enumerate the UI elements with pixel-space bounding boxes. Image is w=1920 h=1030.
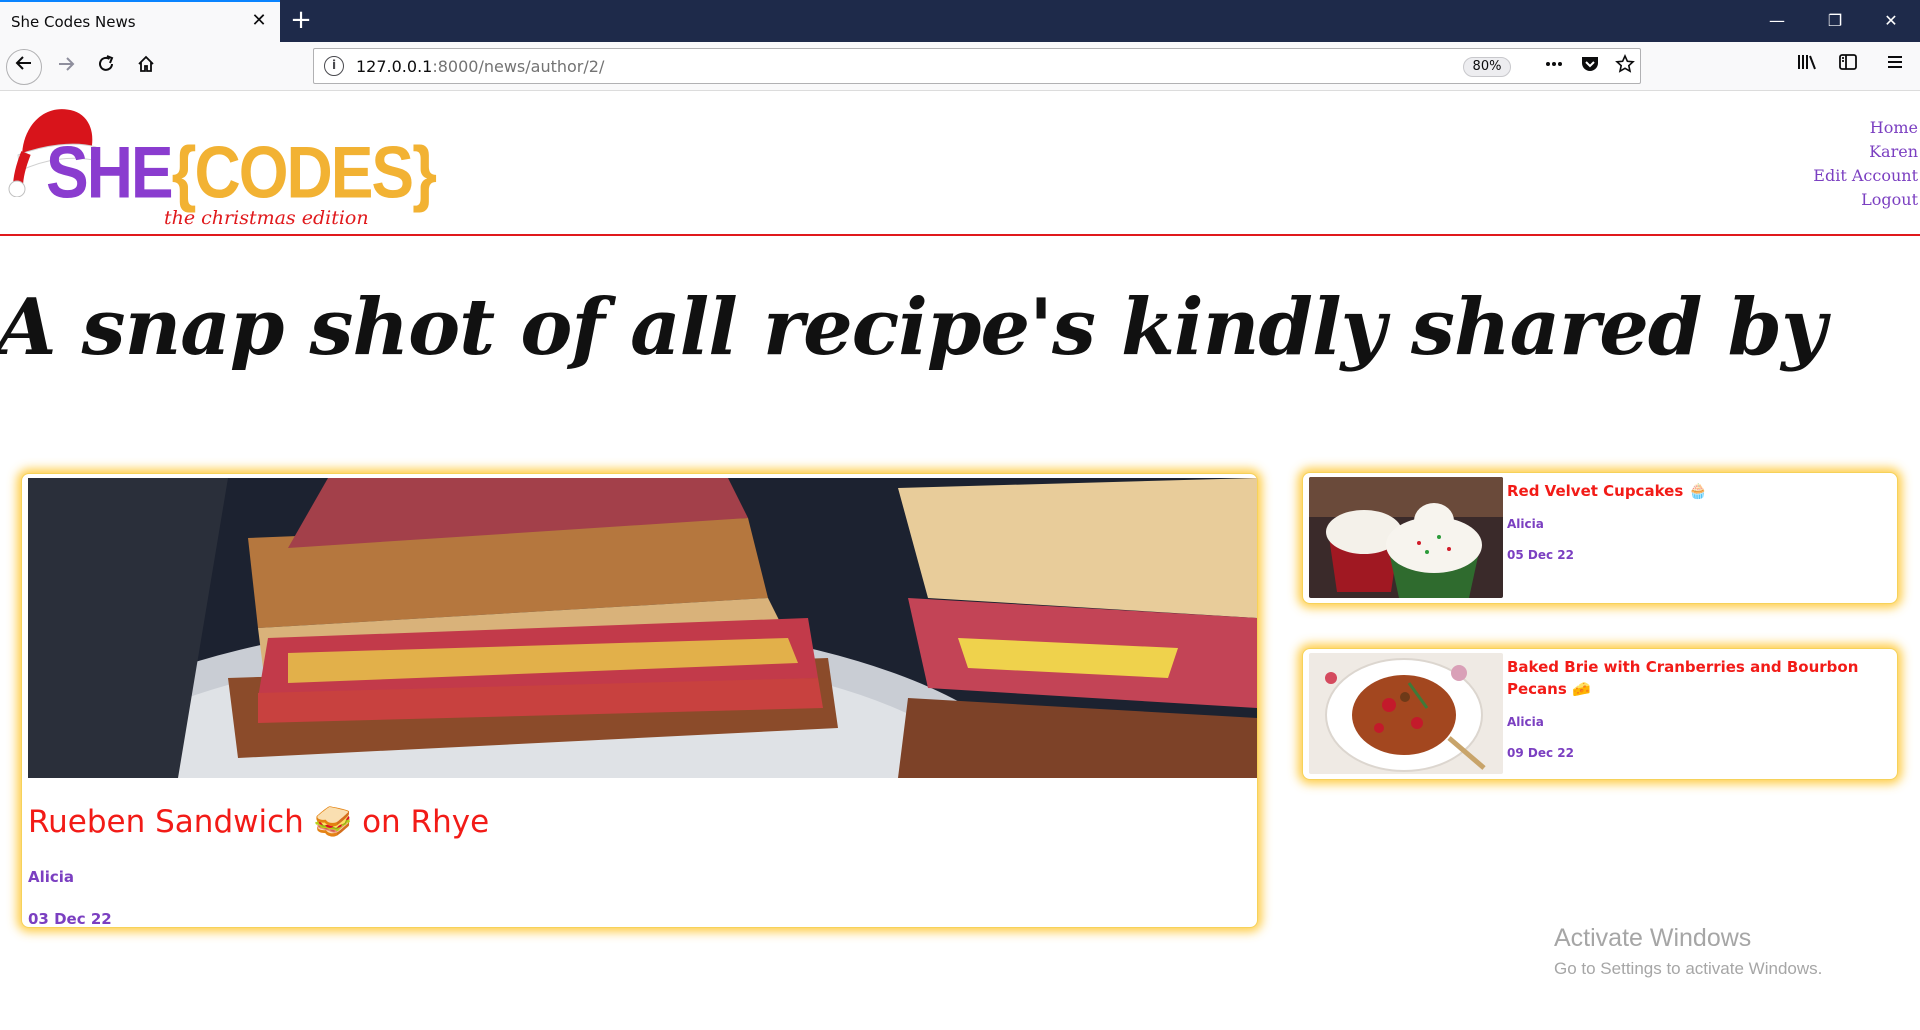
nav-link-home[interactable]: Home bbox=[1813, 116, 1918, 140]
zoom-level-badge[interactable]: 80% bbox=[1463, 57, 1511, 77]
browser-tabbar: She Codes News ✕ + — ❐ ✕ bbox=[0, 0, 1920, 42]
story-title[interactable]: Baked Brie with Cranberries and Bourbon … bbox=[1507, 656, 1887, 700]
new-tab-button[interactable]: + bbox=[286, 6, 316, 36]
story-date: 05 Dec 22 bbox=[1507, 548, 1574, 562]
nav-link-logout[interactable]: Logout bbox=[1813, 188, 1918, 212]
url-bar[interactable]: i 127.0.0.1:8000/news/author/2/ 80% bbox=[313, 48, 1641, 84]
url-host: 127.0.0.1 bbox=[356, 57, 433, 76]
logo-she: SHE bbox=[46, 130, 174, 214]
close-window-button[interactable]: ✕ bbox=[1868, 6, 1914, 36]
reload-icon[interactable] bbox=[90, 51, 122, 83]
story-author[interactable]: Alicia bbox=[1507, 517, 1544, 531]
restore-button[interactable]: ❐ bbox=[1812, 6, 1858, 36]
logo-subtitle: the christmas edition bbox=[164, 207, 369, 229]
logo-wordmark: SHE{CODES} bbox=[46, 129, 437, 214]
close-tab-icon[interactable]: ✕ bbox=[248, 10, 270, 32]
windows-activation-watermark: Activate Windows Go to Settings to activ… bbox=[1554, 924, 1822, 979]
back-arrow-icon[interactable] bbox=[6, 49, 42, 85]
forward-arrow-icon[interactable] bbox=[50, 51, 82, 83]
featured-story-author[interactable]: Alicia bbox=[28, 868, 74, 886]
pocket-icon[interactable] bbox=[1577, 54, 1603, 80]
featured-story-card[interactable]: Rueben Sandwich 🥪 on Rhye Alicia 03 Dec … bbox=[21, 473, 1258, 928]
nav-link-profile[interactable]: Karen bbox=[1813, 140, 1918, 164]
url-text[interactable]: 127.0.0.1:8000/news/author/2/ bbox=[356, 57, 604, 76]
site-header: SHE{CODES} the christmas edition Home Ka… bbox=[0, 92, 1920, 236]
story-image[interactable] bbox=[1309, 653, 1503, 774]
site-logo[interactable]: SHE{CODES} the christmas edition bbox=[4, 97, 437, 229]
browser-navbar: i 127.0.0.1:8000/news/author/2/ 80% bbox=[0, 42, 1920, 91]
star-icon[interactable] bbox=[1612, 54, 1638, 80]
featured-story-title[interactable]: Rueben Sandwich 🥪 on Rhye bbox=[28, 803, 489, 840]
story-card[interactable]: Red Velvet Cupcakes 🧁 Alicia 05 Dec 22 bbox=[1302, 472, 1898, 604]
story-card[interactable]: Baked Brie with Cranberries and Bourbon … bbox=[1302, 648, 1898, 780]
featured-story-image[interactable] bbox=[28, 478, 1257, 778]
browser-tab[interactable]: She Codes News ✕ bbox=[0, 0, 280, 42]
page-title: A snap shot of all recipe's kindly share… bbox=[0, 282, 1826, 373]
story-author[interactable]: Alicia bbox=[1507, 715, 1544, 729]
story-date: 09 Dec 22 bbox=[1507, 746, 1574, 760]
logo-codes: {CODES} bbox=[171, 130, 437, 214]
menu-icon[interactable] bbox=[1879, 51, 1911, 83]
story-title[interactable]: Red Velvet Cupcakes 🧁 bbox=[1507, 480, 1887, 502]
tab-title: She Codes News bbox=[11, 13, 136, 31]
library-icon[interactable] bbox=[1791, 51, 1823, 83]
nav-link-edit-account[interactable]: Edit Account bbox=[1813, 164, 1918, 188]
sidebar-icon[interactable] bbox=[1832, 51, 1864, 83]
watermark-subtitle: Go to Settings to activate Windows. bbox=[1554, 959, 1823, 978]
site-nav: Home Karen Edit Account Logout bbox=[1813, 116, 1918, 212]
story-image[interactable] bbox=[1309, 477, 1503, 598]
home-icon[interactable] bbox=[130, 51, 162, 83]
url-path: :8000/news/author/2/ bbox=[432, 57, 605, 76]
minimize-button[interactable]: — bbox=[1754, 6, 1800, 36]
featured-story-date: 03 Dec 22 bbox=[28, 910, 112, 928]
watermark-title: Activate Windows bbox=[1554, 924, 1752, 952]
info-icon[interactable]: i bbox=[324, 56, 344, 76]
more-icon[interactable] bbox=[1541, 54, 1567, 80]
